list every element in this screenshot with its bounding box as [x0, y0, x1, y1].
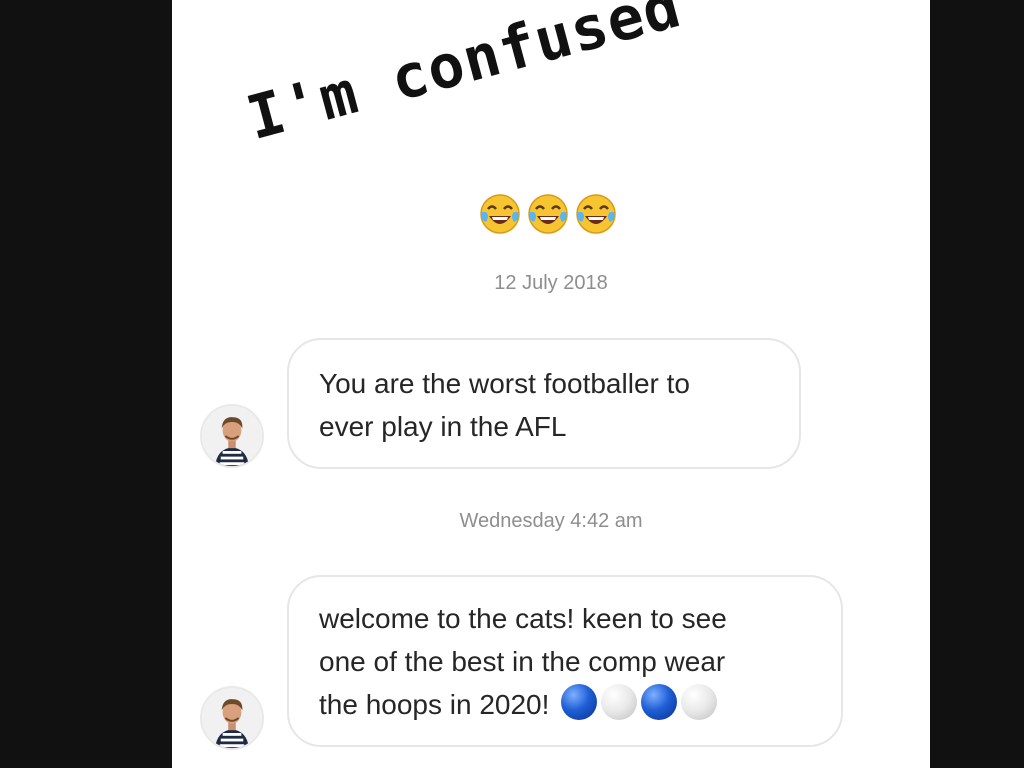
- message-text-line: welcome to the cats! keen to see: [319, 603, 727, 634]
- sender-avatar[interactable]: [200, 404, 264, 468]
- message-text-line: one of the best in the comp wear: [319, 646, 726, 677]
- sender-avatar[interactable]: [200, 686, 264, 750]
- message-text-segment: the hoops in 2020!: [319, 689, 550, 720]
- tears-of-joy-emoji-icon: [576, 194, 616, 234]
- tears-of-joy-emoji-icon: [528, 194, 568, 234]
- message-text-line-with-emoji: the hoops in 2020!: [319, 683, 811, 726]
- emoji-row: [478, 192, 618, 236]
- tears-of-joy-emoji-icon: [480, 194, 520, 234]
- message-timestamp: 12 July 2018: [494, 272, 608, 294]
- message-bubble[interactable]: You are the worst footballer to ever pla…: [287, 338, 801, 469]
- white-circle-emoji-icon: [681, 684, 718, 720]
- player-avatar-icon: [202, 406, 262, 466]
- message-bubble[interactable]: welcome to the cats! keen to see one of …: [287, 575, 843, 747]
- message-timestamp: Wednesday 4:42 am: [459, 510, 643, 532]
- player-avatar-icon: [202, 688, 262, 748]
- blue-circle-emoji-icon: [561, 684, 598, 720]
- message-text-line: You are the worst footballer to: [319, 368, 690, 399]
- message-text-line: ever play in the AFL: [319, 411, 567, 442]
- white-circle-emoji-icon: [601, 684, 638, 720]
- blue-circle-emoji-icon: [641, 684, 678, 720]
